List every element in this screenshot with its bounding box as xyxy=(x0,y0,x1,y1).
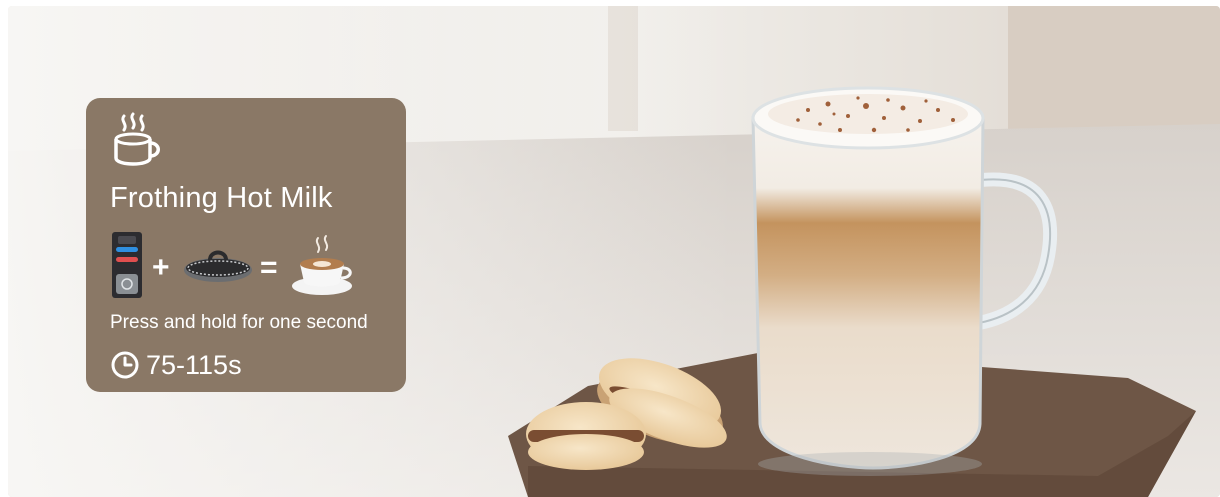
plus-symbol: + xyxy=(152,251,170,284)
instruction-card: Frothing Hot Milk + = Press and hold for… xyxy=(86,98,406,392)
instruction-text: Press and hold for one second xyxy=(110,312,368,333)
frother-device-icon xyxy=(112,232,142,298)
card-title: Frothing Hot Milk xyxy=(110,182,333,214)
hot-milk-cup-icon xyxy=(114,112,160,166)
equals-symbol: = xyxy=(260,251,278,284)
duration-text: 75-115s xyxy=(146,349,242,380)
clock-icon xyxy=(111,351,139,379)
latte-cup-icon xyxy=(292,235,352,295)
usage-formula: + = xyxy=(112,232,352,298)
whisk-attachment-icon xyxy=(184,250,252,282)
duration-row: 75-115s xyxy=(110,348,242,382)
banner: Frothing Hot Milk + = Press and hold for… xyxy=(8,6,1220,497)
